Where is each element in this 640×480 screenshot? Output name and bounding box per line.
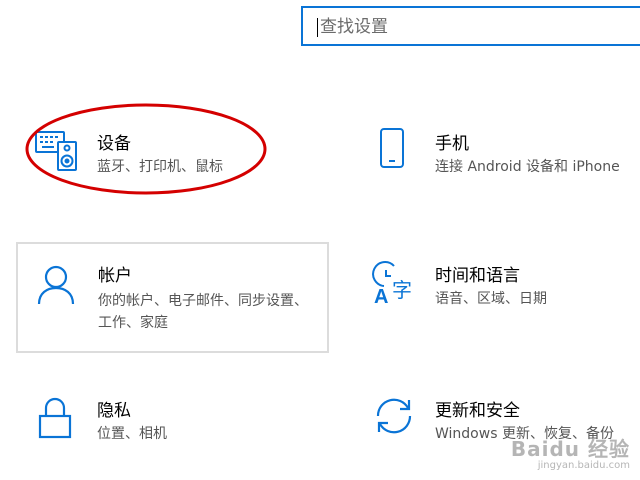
time-language-icon: A 字	[372, 260, 418, 310]
keyboard-speaker-icon	[34, 126, 80, 176]
tile-description: Windows 更新、恢复、备份	[435, 426, 614, 442]
search-box[interactable]: 查找设置	[301, 6, 640, 46]
svg-text:字: 字	[392, 278, 412, 302]
settings-home: 查找设置 设备 蓝牙、打印机、鼠标 手机 连接 Android 设备和 iPho…	[0, 0, 640, 480]
tile-description: 你的帐户、电子邮件、同步设置、工作、家庭	[98, 293, 308, 331]
person-icon	[36, 264, 76, 310]
sync-arrows-icon	[372, 394, 416, 442]
tile-time-language[interactable]: A 字 时间和语言 语音、区域、日期	[360, 242, 640, 353]
svg-text:A: A	[374, 286, 388, 306]
tile-description: 位置、相机	[97, 426, 167, 442]
tile-devices[interactable]: 设备 蓝牙、打印机、鼠标	[22, 112, 312, 192]
tile-description: 连接 Android 设备和 iPhone	[435, 159, 620, 175]
tile-title: 手机	[435, 134, 469, 154]
phone-icon	[378, 126, 408, 176]
tile-description: 语音、区域、日期	[435, 291, 547, 307]
search-placeholder: 查找设置	[320, 17, 388, 37]
tile-title: 设备	[97, 134, 131, 154]
text-caret	[317, 18, 318, 37]
tile-title: 隐私	[97, 401, 131, 421]
lock-icon	[38, 396, 72, 444]
tile-title: 帐户	[98, 266, 132, 286]
tile-phone[interactable]: 手机 连接 Android 设备和 iPhone	[360, 112, 640, 192]
tile-title: 时间和语言	[435, 266, 520, 286]
tile-title: 更新和安全	[435, 401, 520, 421]
tile-privacy[interactable]: 隐私 位置、相机	[22, 382, 312, 462]
tile-update-security[interactable]: 更新和安全 Windows 更新、恢复、备份	[360, 382, 640, 462]
tile-accounts[interactable]: 帐户 你的帐户、电子邮件、同步设置、工作、家庭	[16, 242, 329, 353]
tile-description: 蓝牙、打印机、鼠标	[97, 159, 223, 175]
